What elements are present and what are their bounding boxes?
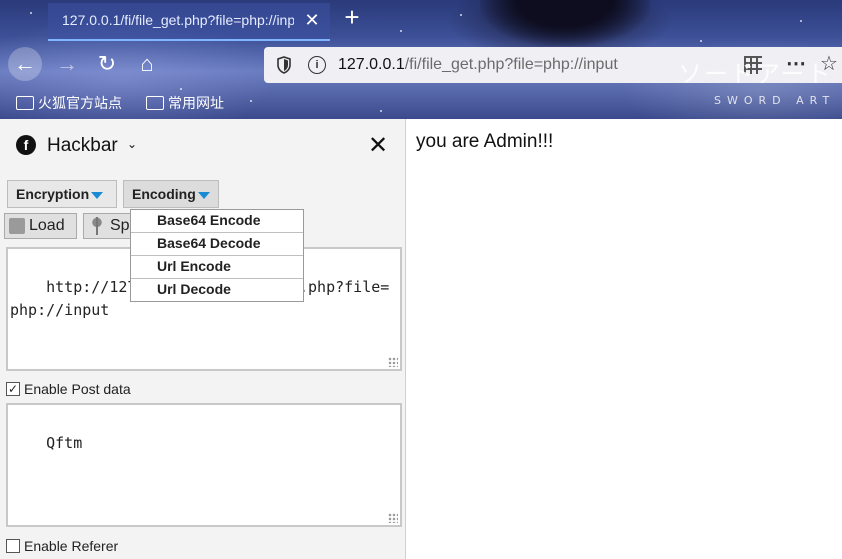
close-sidebar-icon[interactable]: ✕ — [368, 131, 388, 160]
resize-grip-icon[interactable] — [388, 357, 398, 367]
dropdown-triangle-icon — [91, 191, 104, 199]
resize-grip-icon[interactable] — [388, 513, 398, 523]
home-icon[interactable]: ⌂ — [130, 47, 164, 81]
folder-icon — [146, 96, 164, 110]
enable-referer-checkbox[interactable] — [6, 539, 20, 553]
menu-item-url-encode[interactable]: Url Encode — [131, 256, 303, 279]
chevron-down-icon[interactable]: ⌄ — [127, 137, 137, 151]
page-content: you are Admin!!! — [406, 119, 842, 559]
enable-referer-label: Enable Referer — [24, 538, 119, 554]
close-tab-icon[interactable]: ✕ — [302, 10, 322, 30]
theme-brand-text: ソードアート — [678, 60, 833, 88]
encryption-menu-button[interactable]: Encryption — [7, 180, 117, 208]
hackbar-logo-icon: f — [16, 135, 36, 155]
forward-arrow-icon[interactable]: → — [50, 47, 84, 81]
url-path: /fi/file_get.php?file=php://input — [404, 56, 618, 73]
bookmark-item-common-sites[interactable]: 常用网址 — [146, 93, 224, 113]
load-icon — [9, 218, 25, 234]
encoding-dropdown-menu: Base64 Encode Base64 Decode Url Encode U… — [130, 209, 304, 302]
split-url-button[interactable]: Split — [83, 213, 133, 239]
tab-title: 127.0.0.1/fi/file_get.php?file=php://inp… — [62, 12, 294, 28]
post-data-textarea[interactable]: Qftm — [6, 403, 402, 527]
page-message: you are Admin!!! — [416, 131, 554, 152]
browser-tab[interactable]: 127.0.0.1/fi/file_get.php?file=php://inp… — [48, 3, 330, 41]
tracking-shield-icon[interactable] — [276, 56, 292, 74]
menu-item-url-decode[interactable]: Url Decode — [131, 279, 303, 301]
enable-post-label: Enable Post data — [24, 381, 131, 397]
menu-item-base64-decode[interactable]: Base64 Decode — [131, 233, 303, 256]
encoding-menu-button[interactable]: Encoding — [123, 180, 219, 208]
enable-post-checkbox[interactable]: ✓ — [6, 382, 20, 396]
hackbar-sidebar: f Hackbar ⌄ ✕ Encryption Encoding Load S… — [0, 119, 406, 559]
encryption-menu-label: Encryption — [16, 186, 90, 202]
split-icon — [90, 217, 104, 235]
theme-artwork — [480, 0, 650, 46]
url-host: 127.0.0.1 — [338, 56, 405, 73]
enable-referer-row[interactable]: Enable Referer — [6, 537, 118, 555]
menu-item-base64-encode[interactable]: Base64 Encode — [131, 210, 303, 233]
sidebar-header: f Hackbar ⌄ ✕ — [0, 119, 405, 171]
bookmark-label: 常用网址 — [168, 95, 224, 111]
theme-brand-subtext: SWORD ART — [714, 94, 836, 107]
load-label: Load — [29, 217, 65, 234]
folder-icon — [16, 96, 34, 110]
load-url-button[interactable]: Load — [4, 213, 77, 239]
post-data-value: Qftm — [46, 434, 83, 452]
encoding-menu-label: Encoding — [132, 186, 196, 202]
url-text[interactable]: 127.0.0.1/fi/file_get.php?file=php://inp… — [338, 56, 618, 74]
new-tab-icon[interactable]: + — [340, 4, 364, 30]
enable-post-row[interactable]: ✓ Enable Post data — [6, 380, 131, 398]
bookmark-item-firefox-official[interactable]: 火狐官方站点 — [16, 93, 122, 113]
browser-chrome: 127.0.0.1/fi/file_get.php?file=php://inp… — [0, 0, 842, 119]
sidebar-title[interactable]: Hackbar — [47, 135, 118, 157]
dropdown-triangle-icon — [197, 191, 210, 199]
bookmark-label: 火狐官方站点 — [38, 95, 122, 111]
back-arrow-icon[interactable]: ← — [8, 47, 42, 81]
reload-icon[interactable]: ↻ — [90, 47, 124, 81]
site-info-icon[interactable]: i — [308, 56, 326, 74]
